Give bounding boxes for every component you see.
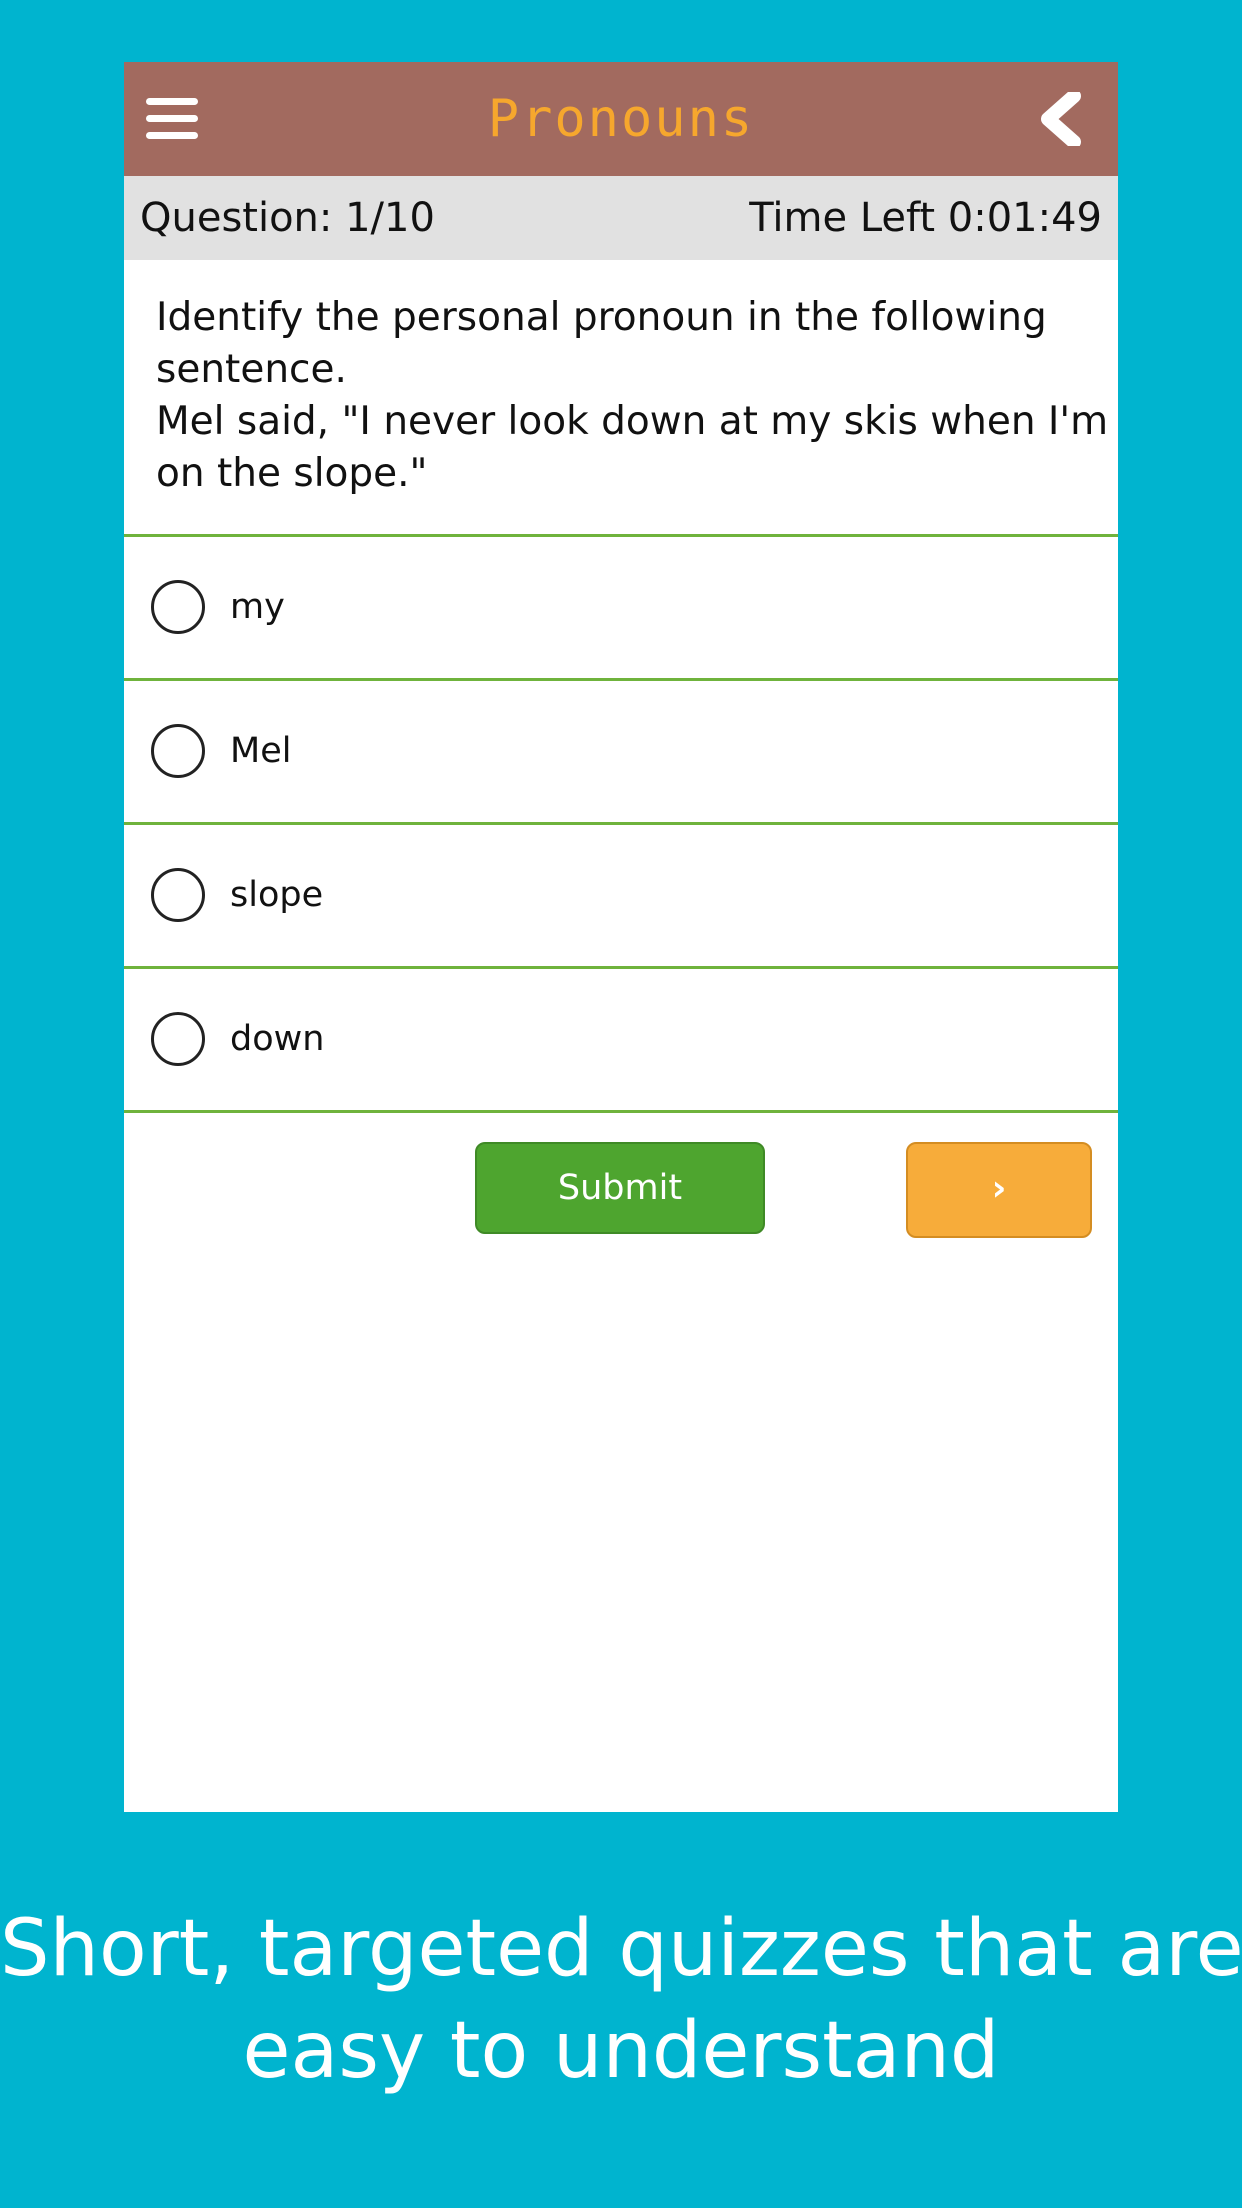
radio-button[interactable]: [151, 1012, 205, 1066]
submit-button[interactable]: Submit: [475, 1142, 765, 1234]
answer-option-label: down: [230, 1019, 325, 1059]
app-header: Pronouns: [124, 62, 1118, 176]
answer-option-my[interactable]: my: [124, 537, 1118, 678]
radio-button[interactable]: [151, 580, 205, 634]
question-counter: Question: 1/10: [140, 195, 435, 241]
answer-option-slope[interactable]: slope: [124, 825, 1118, 966]
quiz-status-bar: Question: 1/10 Time Left 0:01:49: [124, 176, 1118, 260]
tagline-line: Short, targeted quizzes that are: [0, 1904, 1242, 1994]
question-line: sentence.: [156, 347, 347, 392]
answer-option-label: Mel: [230, 731, 292, 771]
page-title: Pronouns: [487, 89, 755, 149]
next-question-button[interactable]: ›: [906, 1142, 1092, 1238]
answer-option-mel[interactable]: Mel: [124, 681, 1118, 822]
answer-option-down[interactable]: down: [124, 969, 1118, 1110]
radio-button[interactable]: [151, 868, 205, 922]
promo-tagline: Short, targeted quizzes that are easy to…: [0, 1898, 1242, 2102]
question-text: Identify the personal pronoun in the fol…: [156, 292, 1109, 500]
divider: [124, 1110, 1118, 1113]
question-line: on the slope.": [156, 451, 428, 496]
answer-option-label: my: [230, 587, 285, 627]
tagline-line: easy to understand: [242, 2006, 1000, 2096]
answer-option-label: slope: [230, 875, 324, 915]
question-line: Identify the personal pronoun in the fol…: [156, 295, 1047, 340]
time-left-timer: Time Left 0:01:49: [749, 195, 1102, 241]
question-line: Mel said, "I never look down at my skis …: [156, 399, 1109, 444]
radio-button[interactable]: [151, 724, 205, 778]
quiz-screen: Pronouns Question: 1/10 Time Left 0:01:4…: [124, 62, 1118, 1812]
chevron-left-icon[interactable]: [1040, 89, 1086, 149]
